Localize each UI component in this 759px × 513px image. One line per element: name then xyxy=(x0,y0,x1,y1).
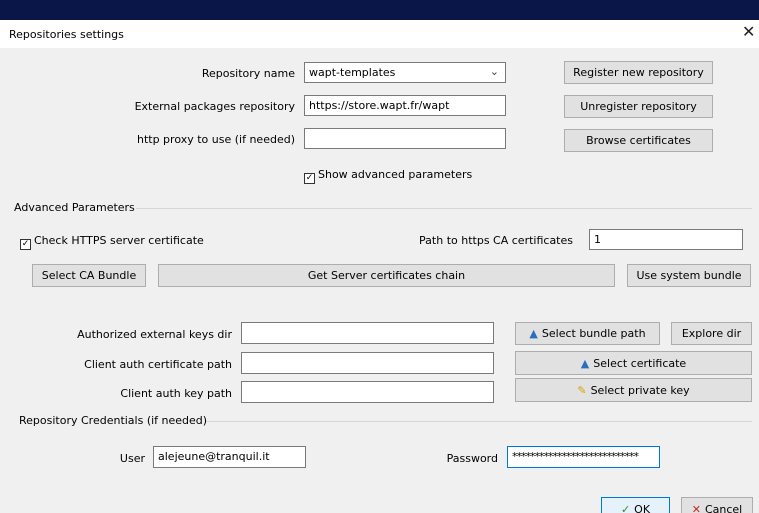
check-icon: ✓ xyxy=(620,502,631,513)
register-repository-button[interactable]: Register new repository xyxy=(564,61,713,84)
user-input[interactable]: alejeune@tranquil.it xyxy=(153,446,306,468)
get-server-certificates-chain-button[interactable]: Get Server certificates chain xyxy=(158,264,615,287)
http-proxy-label: http proxy to use (if needed) xyxy=(136,133,295,146)
password-input[interactable]: **************************** xyxy=(507,446,660,468)
client-key-label: Client auth key path xyxy=(120,387,232,400)
cancel-button[interactable]: ✕ Cancel xyxy=(681,497,753,513)
password-label: Password xyxy=(446,452,498,465)
x-icon: ✕ xyxy=(691,502,701,513)
repositories-settings-dialog: Repositories settings ✕ Repository name … xyxy=(0,20,759,513)
authorized-keys-label: Authorized external keys dir xyxy=(77,328,232,341)
show-advanced-checkbox[interactable]: ✓ Show advanced parameters xyxy=(304,168,472,184)
check-https-label: Check HTTPS server certificate xyxy=(34,234,204,247)
ca-path-input[interactable]: 1 xyxy=(589,229,743,250)
external-packages-input[interactable]: https://store.wapt.fr/wapt xyxy=(304,95,506,116)
credentials-section-label: Repository Credentials (if needed) xyxy=(19,414,208,427)
repository-name-dropdown[interactable]: wapt-templates ⌄ xyxy=(304,62,506,83)
explore-dir-button[interactable]: Explore dir xyxy=(671,322,752,345)
cancel-label: Cancel xyxy=(704,502,743,513)
select-bundle-path-button[interactable]: ▲ Select bundle path xyxy=(515,322,660,345)
repository-name-value: wapt-templates xyxy=(309,66,396,79)
section-divider xyxy=(136,208,752,209)
select-private-key-button[interactable]: ✎ Select private key xyxy=(515,378,752,402)
unregister-repository-button[interactable]: Unregister repository xyxy=(564,95,713,118)
select-private-key-label: Select private key xyxy=(590,383,690,397)
checkbox-checked-icon: ✓ xyxy=(304,173,315,184)
key-icon: ✎ xyxy=(577,383,587,397)
select-ca-bundle-button[interactable]: Select CA Bundle xyxy=(32,264,146,287)
ca-path-label: Path to https CA certificates xyxy=(419,234,573,247)
folder-arrow-icon: ▲ xyxy=(529,327,538,340)
show-advanced-label: Show advanced parameters xyxy=(318,168,473,181)
title-bar: Repositories settings ✕ xyxy=(0,20,759,48)
client-key-input[interactable] xyxy=(241,381,494,403)
http-proxy-input[interactable] xyxy=(304,128,506,149)
select-certificate-label: Select certificate xyxy=(593,356,687,370)
check-https-checkbox[interactable]: ✓ Check HTTPS server certificate xyxy=(20,234,204,250)
authorized-keys-input[interactable] xyxy=(241,322,494,344)
external-packages-label: External packages repository xyxy=(134,100,295,113)
user-label: User xyxy=(119,452,145,465)
ok-label: OK xyxy=(634,502,651,513)
certificate-icon: ▲ xyxy=(580,356,590,370)
browse-certificates-button[interactable]: Browse certificates xyxy=(564,129,713,152)
chevron-down-icon[interactable]: ⌄ xyxy=(490,65,499,78)
dialog-title: Repositories settings xyxy=(9,28,124,41)
section-divider xyxy=(206,421,752,422)
close-icon[interactable]: ✕ xyxy=(742,24,755,40)
client-cert-label: Client auth certificate path xyxy=(84,358,232,371)
client-cert-input[interactable] xyxy=(241,352,494,374)
use-system-bundle-button[interactable]: Use system bundle xyxy=(627,264,751,287)
select-bundle-path-label: Select bundle path xyxy=(541,327,646,340)
checkbox-checked-icon: ✓ xyxy=(20,239,31,250)
advanced-parameters-section-label: Advanced Parameters xyxy=(14,201,135,214)
select-certificate-button[interactable]: ▲ Select certificate xyxy=(515,351,752,375)
ok-button[interactable]: ✓ OK xyxy=(601,497,670,513)
repository-name-label: Repository name xyxy=(201,67,295,80)
